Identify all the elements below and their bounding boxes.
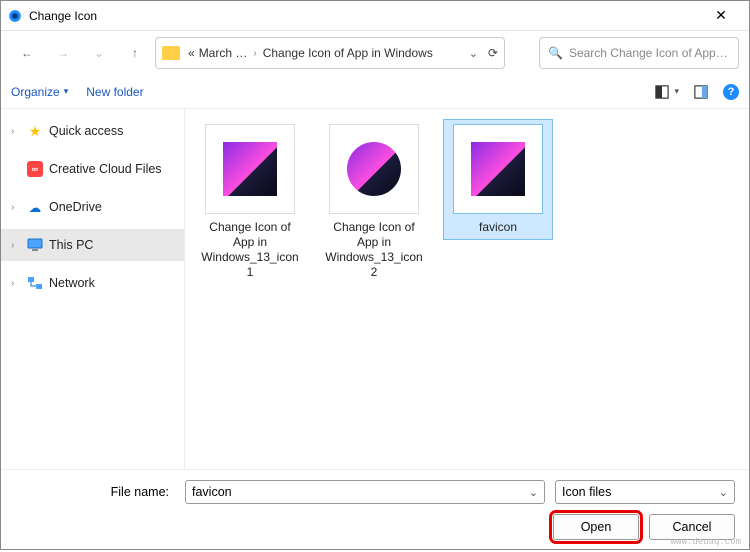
- breadcrumb-prefix: «: [188, 46, 195, 60]
- filename-label: File name:: [15, 485, 175, 499]
- organize-menu[interactable]: Organize ▾: [11, 85, 68, 99]
- breadcrumb-sep: ›: [251, 48, 258, 59]
- breadcrumb-seg[interactable]: Change Icon of App in Windows: [263, 46, 433, 60]
- close-button[interactable]: ✕: [701, 2, 741, 30]
- expand-icon[interactable]: ›: [11, 278, 21, 289]
- bottom-bar: File name: favicon ⌄ Icon files ⌄ Open C…: [1, 469, 749, 552]
- star-icon: ★: [27, 123, 43, 139]
- expand-icon[interactable]: ›: [11, 202, 21, 213]
- file-thumbnail: [329, 124, 419, 214]
- search-placeholder: Search Change Icon of App i…: [569, 46, 730, 60]
- sidebar-item-label: This PC: [49, 238, 93, 252]
- help-icon: ?: [728, 86, 735, 98]
- nav-row: ← → ⌄ ↑ « March … › Change Icon of App i…: [1, 31, 749, 75]
- filetype-select[interactable]: Icon files ⌄: [555, 480, 735, 504]
- close-icon: ✕: [715, 7, 727, 24]
- sidebar-item-label: Network: [49, 276, 95, 290]
- view-caret-icon[interactable]: ▾: [674, 86, 679, 97]
- open-label: Open: [581, 520, 612, 534]
- new-folder-label: New folder: [86, 85, 143, 99]
- caret-down-icon: ▾: [64, 86, 69, 97]
- file-item[interactable]: Change Icon of App in Windows_13_icon1: [195, 119, 305, 285]
- chevron-down-icon: ⌄: [94, 46, 104, 60]
- breadcrumb-seg[interactable]: March …: [199, 46, 248, 60]
- window-title: Change Icon: [29, 9, 97, 23]
- expand-icon[interactable]: ›: [11, 126, 21, 137]
- sidebar-item-creative-cloud[interactable]: ∞ Creative Cloud Files: [1, 153, 184, 185]
- back-button[interactable]: ←: [11, 37, 43, 69]
- sidebar-item-onedrive[interactable]: › ☁ OneDrive: [1, 191, 184, 223]
- creative-cloud-icon: ∞: [27, 161, 43, 177]
- cancel-label: Cancel: [673, 520, 712, 534]
- search-icon: 🔍: [548, 46, 563, 60]
- arrow-left-icon: ←: [21, 46, 33, 60]
- chevron-down-icon[interactable]: ⌄: [469, 47, 478, 60]
- file-item-selected[interactable]: favicon: [443, 119, 553, 240]
- arrow-up-icon: ↑: [132, 46, 138, 60]
- arrow-right-icon: →: [57, 46, 69, 60]
- up-button[interactable]: ↑: [119, 37, 151, 69]
- file-thumbnail: [453, 124, 543, 214]
- recent-dropdown[interactable]: ⌄: [83, 37, 115, 69]
- app-icon: [7, 8, 23, 24]
- filename-input[interactable]: favicon ⌄: [185, 480, 545, 504]
- chevron-down-icon[interactable]: ⌄: [529, 486, 538, 499]
- cancel-button[interactable]: Cancel: [649, 514, 735, 540]
- sidebar: › ★ Quick access ∞ Creative Cloud Files …: [1, 109, 185, 469]
- new-folder-button[interactable]: New folder: [86, 85, 143, 99]
- refresh-button[interactable]: ⟳: [488, 46, 498, 60]
- sidebar-item-label: Quick access: [49, 124, 123, 138]
- chevron-down-icon: ⌄: [719, 486, 728, 499]
- expand-icon[interactable]: ›: [11, 240, 21, 251]
- filename-value: favicon: [192, 485, 232, 499]
- refresh-icon: ⟳: [488, 46, 498, 60]
- organize-label: Organize: [11, 85, 60, 99]
- file-thumbnail: [205, 124, 295, 214]
- preview-pane-button[interactable]: [693, 84, 709, 100]
- sidebar-item-label: OneDrive: [49, 200, 102, 214]
- toolbar: Organize ▾ New folder ▾ ?: [1, 75, 749, 109]
- forward-button[interactable]: →: [47, 37, 79, 69]
- file-label: favicon: [448, 220, 548, 235]
- body-split: › ★ Quick access ∞ Creative Cloud Files …: [1, 109, 749, 469]
- onedrive-icon: ☁: [27, 199, 43, 215]
- breadcrumb-bar[interactable]: « March … › Change Icon of App in Window…: [155, 37, 505, 69]
- view-mode-button[interactable]: [654, 84, 670, 100]
- network-icon: [27, 275, 43, 291]
- filetype-label: Icon files: [562, 485, 611, 499]
- file-list[interactable]: Change Icon of App in Windows_13_icon1 C…: [185, 109, 749, 469]
- sidebar-item-label: Creative Cloud Files: [49, 162, 162, 176]
- sidebar-item-this-pc[interactable]: › This PC: [1, 229, 184, 261]
- folder-icon: [162, 46, 180, 60]
- file-label: Change Icon of App in Windows_13_icon2: [324, 220, 424, 280]
- file-item[interactable]: Change Icon of App in Windows_13_icon2: [319, 119, 429, 285]
- titlebar: Change Icon ✕: [1, 1, 749, 31]
- file-label: Change Icon of App in Windows_13_icon1: [200, 220, 300, 280]
- search-input[interactable]: 🔍 Search Change Icon of App i…: [539, 37, 739, 69]
- sidebar-item-network[interactable]: › Network: [1, 267, 184, 299]
- help-button[interactable]: ?: [723, 84, 739, 100]
- open-button[interactable]: Open: [553, 514, 639, 540]
- pc-icon: [27, 237, 43, 253]
- sidebar-item-quick-access[interactable]: › ★ Quick access: [1, 115, 184, 147]
